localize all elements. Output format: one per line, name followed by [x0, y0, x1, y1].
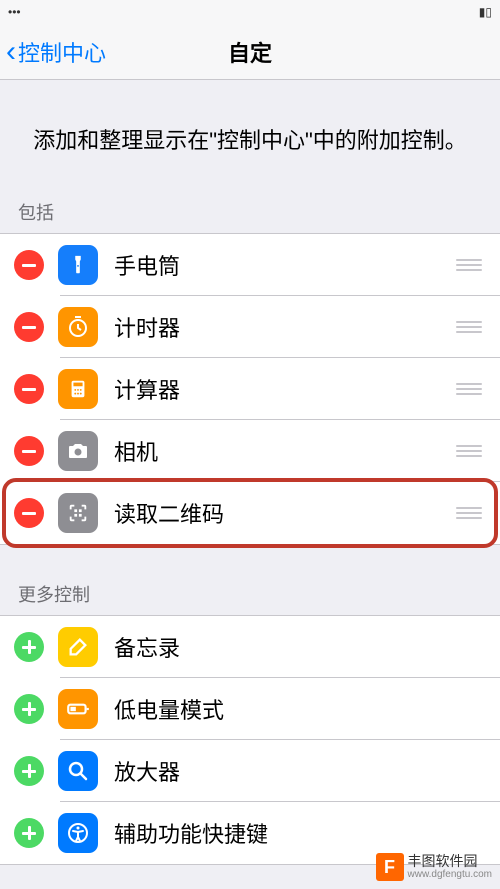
status-bar: ••• ▮▯	[0, 0, 500, 24]
watermark-logo: F	[376, 853, 404, 881]
section-header-more: 更多控制	[0, 575, 500, 615]
magnifier-icon	[58, 751, 98, 791]
row-label: 计时器	[114, 311, 456, 343]
list-row: 读取二维码	[0, 482, 500, 544]
back-label: 控制中心	[18, 36, 106, 68]
nav-bar: ‹ 控制中心 自定	[0, 24, 500, 80]
notes-icon	[58, 627, 98, 667]
list-row: 放大器	[0, 740, 500, 802]
calculator-icon	[58, 369, 98, 409]
watermark-title: 丰图软件园	[408, 854, 493, 869]
watermark-url: www.dgfengtu.com	[408, 869, 493, 880]
list-row: 备忘录	[0, 616, 500, 678]
add-button[interactable]	[14, 632, 44, 662]
add-button[interactable]	[14, 694, 44, 724]
row-label: 计算器	[114, 373, 456, 405]
battery-icon	[58, 689, 98, 729]
list-row: 计算器	[0, 358, 500, 420]
included-list: 手电筒计时器计算器相机读取二维码	[0, 233, 500, 545]
watermark: F 丰图软件园 www.dgfengtu.com	[376, 853, 493, 881]
section-header-included: 包括	[0, 193, 500, 233]
list-row: 相机	[0, 420, 500, 482]
row-label: 读取二维码	[114, 497, 456, 529]
description-text: 添加和整理显示在"控制中心"中的附加控制。	[0, 80, 500, 193]
row-label: 辅助功能快捷键	[114, 817, 486, 849]
list-row: 计时器	[0, 296, 500, 358]
page-title: 自定	[228, 36, 272, 68]
drag-handle-icon[interactable]	[456, 321, 486, 333]
back-button[interactable]: ‹ 控制中心	[0, 36, 106, 68]
row-label: 手电筒	[114, 249, 456, 281]
remove-button[interactable]	[14, 312, 44, 342]
remove-button[interactable]	[14, 436, 44, 466]
qr-icon	[58, 493, 98, 533]
add-button[interactable]	[14, 756, 44, 786]
remove-button[interactable]	[14, 498, 44, 528]
status-left: •••	[8, 5, 21, 19]
row-label: 放大器	[114, 755, 486, 787]
remove-button[interactable]	[14, 374, 44, 404]
camera-icon	[58, 431, 98, 471]
remove-button[interactable]	[14, 250, 44, 280]
row-label: 相机	[114, 435, 456, 467]
row-label: 低电量模式	[114, 693, 486, 725]
timer-icon	[58, 307, 98, 347]
more-list: 备忘录低电量模式放大器辅助功能快捷键	[0, 615, 500, 865]
list-row: 手电筒	[0, 234, 500, 296]
chevron-left-icon: ‹	[6, 37, 16, 67]
list-row: 低电量模式	[0, 678, 500, 740]
drag-handle-icon[interactable]	[456, 445, 486, 457]
flashlight-icon	[58, 245, 98, 285]
row-label: 备忘录	[114, 631, 486, 663]
drag-handle-icon[interactable]	[456, 507, 486, 519]
status-right: ▮▯	[479, 5, 492, 19]
drag-handle-icon[interactable]	[456, 383, 486, 395]
drag-handle-icon[interactable]	[456, 259, 486, 271]
accessibility-icon	[58, 813, 98, 853]
add-button[interactable]	[14, 818, 44, 848]
